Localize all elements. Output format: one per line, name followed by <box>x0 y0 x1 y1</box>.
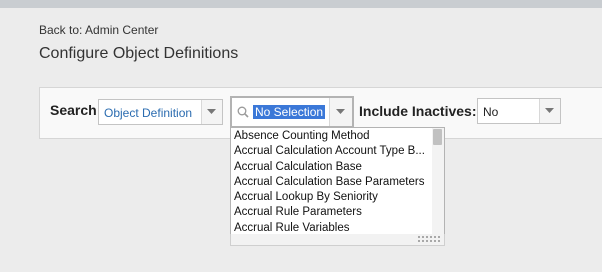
object-type-value: Object Definition <box>104 106 193 120</box>
dropdown-item[interactable]: Accrual Rule Parameters <box>234 205 362 220</box>
resize-grip-icon[interactable] <box>418 236 440 243</box>
chevron-down-icon <box>545 108 554 113</box>
dropdown-footer <box>230 234 445 246</box>
object-search-input-value[interactable]: No Selection <box>253 105 326 119</box>
include-inactives-value: No <box>483 105 499 119</box>
dropdown-item[interactable]: Accrual Rule Variables <box>234 221 349 234</box>
chevron-down-icon <box>336 109 345 114</box>
dropdown-item[interactable]: Accrual Calculation Account Type B... <box>234 144 425 159</box>
dropdown-scrollbar[interactable] <box>432 128 444 234</box>
dropdown-item[interactable]: Absence Counting Method <box>234 129 370 144</box>
object-type-select[interactable]: Object Definition <box>98 99 223 125</box>
include-inactives-select[interactable]: No <box>477 98 561 124</box>
search-label: Search <box>50 102 97 118</box>
dropdown-item[interactable]: Accrual Calculation Base <box>234 160 362 175</box>
dropdown-item[interactable]: Accrual Calculation Base Parameters <box>234 175 424 190</box>
include-inactives-dropdown-button[interactable] <box>539 99 560 123</box>
dropdown-item[interactable]: Accrual Lookup By Seniority <box>234 190 378 205</box>
magnifier-icon <box>237 106 249 118</box>
page-title: Configure Object Definitions <box>39 45 239 62</box>
object-search-dropdown-button[interactable] <box>329 98 352 126</box>
include-inactives-label: Include Inactives: <box>359 103 477 119</box>
object-dropdown-list[interactable]: Absence Counting Method Accrual Calculat… <box>230 127 445 235</box>
back-to-admin-center-link[interactable]: Back to: Admin Center <box>39 23 158 37</box>
object-type-dropdown-button[interactable] <box>201 100 222 124</box>
top-bar <box>0 0 602 8</box>
object-search-combobox[interactable]: No Selection <box>230 96 354 128</box>
chevron-down-icon <box>207 109 216 114</box>
dropdown-scroll-thumb[interactable] <box>433 129 442 145</box>
